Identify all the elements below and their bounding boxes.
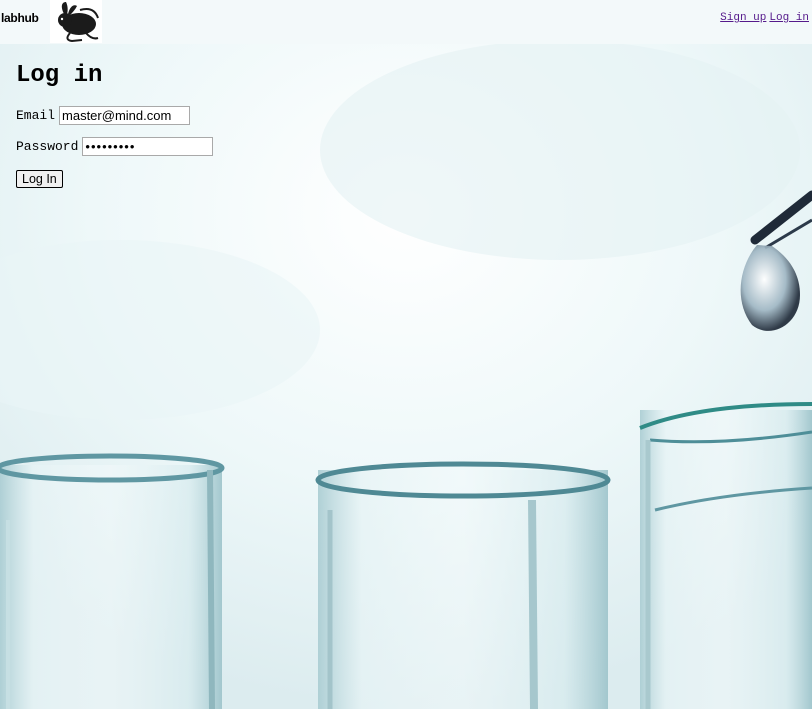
password-field[interactable] bbox=[82, 137, 214, 156]
rabbit-logo-icon[interactable] bbox=[50, 0, 102, 43]
email-label: Email bbox=[16, 108, 56, 123]
email-row: Email bbox=[16, 106, 191, 125]
login-link[interactable]: Log in bbox=[769, 12, 809, 24]
brand-name[interactable]: labhub bbox=[1, 11, 39, 25]
header-nav: Sign up Log in bbox=[717, 12, 809, 24]
login-button[interactable]: Log In bbox=[16, 170, 63, 188]
signup-link[interactable]: Sign up bbox=[720, 12, 766, 24]
password-row: Password bbox=[16, 137, 214, 156]
top-header: labhub Sign up Log in bbox=[0, 0, 812, 44]
password-label: Password bbox=[16, 139, 79, 154]
email-field[interactable] bbox=[59, 106, 191, 125]
page-title: Log in bbox=[16, 62, 103, 89]
login-form: Log in Email Password Log In bbox=[16, 62, 214, 188]
